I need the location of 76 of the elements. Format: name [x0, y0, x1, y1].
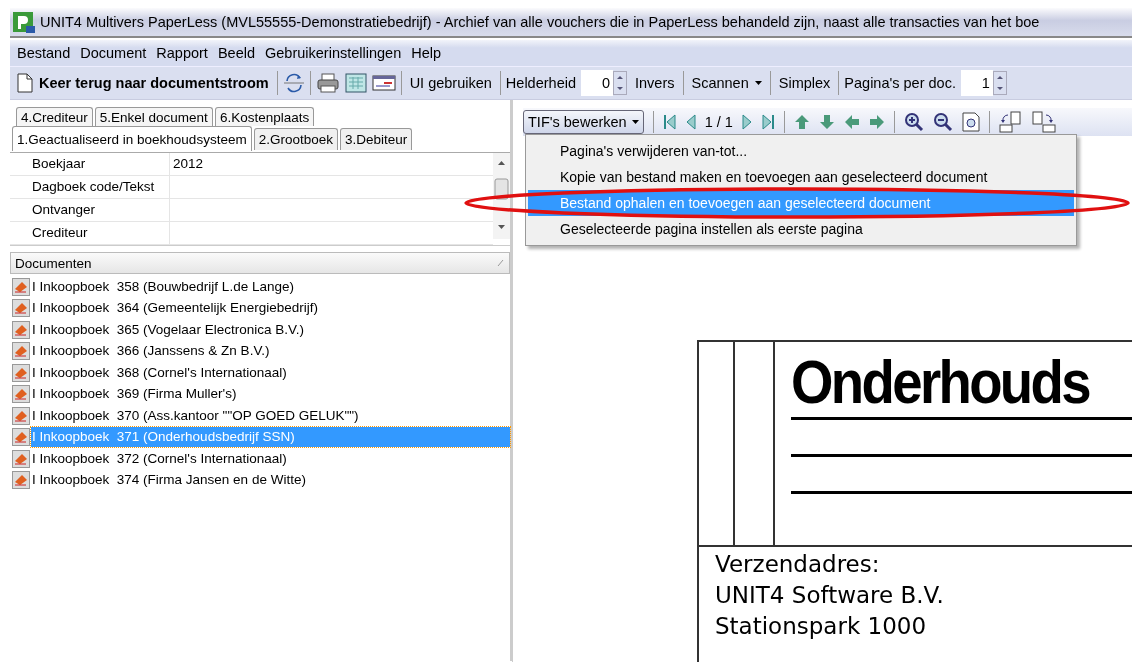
zoom-page-icon[interactable] [961, 112, 980, 132]
next-page-icon[interactable] [741, 114, 752, 130]
document-row[interactable]: I Inkoopboek 364 (Gemeentelijk Energiebedrijf) [10, 297, 510, 319]
last-page-icon[interactable] [760, 114, 775, 130]
return-button[interactable]: Keer terug naar documentstroom [14, 71, 272, 96]
brightness-field[interactable]: 0 [581, 70, 613, 97]
document-icon [12, 406, 30, 425]
document-icon [12, 449, 30, 468]
menu-item[interactable]: Pagina's verwijderen van-tot... [528, 138, 1074, 164]
field-label: Dagboek code/Tekst [10, 176, 170, 198]
address-line: Stationspark 1000 [715, 612, 928, 641]
menu-item[interactable]: Rapport [151, 45, 213, 62]
field-label: Helderheid [505, 75, 576, 92]
tab[interactable]: 6.Kostenplaats [214, 107, 315, 126]
edit-menu-button[interactable]: TIF's bewerken [523, 110, 644, 134]
tab[interactable]: 2.Grootboek [253, 128, 338, 150]
caret-icon [631, 120, 639, 124]
card-icon[interactable] [371, 74, 396, 93]
app-icon [12, 10, 36, 34]
document-icon [12, 428, 30, 447]
document-row[interactable]: I Inkoopboek 365 (Vogelaar Electronica B.V.) [10, 319, 510, 341]
menu-item[interactable]: Kopie van bestand maken en toevoegen aan geselecteerd document [528, 164, 1074, 190]
document-row[interactable]: I Inkoopboek 368 (Cornel's Internationaal) [10, 362, 510, 384]
arrow-left-icon[interactable] [843, 114, 860, 130]
document-row[interactable]: I Inkoopboek 372 (Cornel's Internationaal) [10, 448, 510, 470]
field-label: Pagina's per doc. [844, 75, 956, 92]
zoom-in-icon[interactable] [903, 112, 924, 132]
document-icon [12, 277, 30, 296]
document-row[interactable]: I Inkoopboek 369 (Firma Muller's) [10, 383, 510, 405]
previous-page-icon[interactable] [685, 114, 696, 130]
first-page-icon[interactable] [662, 114, 677, 130]
document-icon [12, 342, 30, 361]
sort-icon [497, 259, 505, 267]
tab[interactable]: 1.Geactualiseerd in boekhoudsysteem [12, 126, 252, 151]
document-row[interactable]: I Inkoopboek 374 (Firma Jansen en de Witte) [10, 469, 510, 491]
printer-icon[interactable] [315, 72, 340, 95]
ui-button[interactable]: UI gebruiken [406, 73, 495, 94]
document-row[interactable]: I Inkoopboek 358 (Bouwbedrijf L.de Lange) [10, 276, 510, 298]
document-row[interactable]: I Inkoopboek 370 (Ass.kantoor ""OP GOED GELUK"") [10, 405, 510, 427]
document-icon [17, 73, 33, 94]
pages-field[interactable]: 1 [960, 70, 993, 97]
menu-item[interactable]: Bestand [12, 45, 76, 62]
field-label: Crediteur [10, 222, 170, 244]
document-icon [12, 320, 30, 339]
tab[interactable]: 4.Crediteur [16, 107, 93, 126]
address-line: UNIT4 Software B.V. [715, 581, 945, 610]
invert-button[interactable]: Invers [632, 73, 678, 94]
arrow-right-icon[interactable] [868, 114, 885, 130]
menu-item[interactable]: Gebruikerinstellingen [260, 45, 407, 62]
tab[interactable]: 3.Debiteur [339, 128, 413, 150]
document-icon [12, 299, 30, 318]
menu-item[interactable]: Beeld [212, 45, 260, 62]
rotate-right-icon[interactable] [1031, 111, 1056, 133]
zoom-out-icon[interactable] [932, 112, 953, 132]
menu-item[interactable]: Document [75, 45, 152, 62]
document-row[interactable]: I Inkoopboek 366 (Janssens & Zn B.V.) [10, 340, 510, 362]
page-counter: 1 / 1 [704, 114, 733, 130]
window-title: UNIT4 Multivers PaperLess (MVL55555-Demonstratiebedrijf) - Archief van alle vouchers die in PaperLess behandeld zijn, naast alle transacties van het boe [40, 14, 1040, 30]
scan-button[interactable]: Scannen [688, 73, 765, 94]
tab[interactable]: 5.Enkel document [94, 107, 213, 126]
document-icon [12, 385, 30, 404]
arrow-up-icon[interactable] [793, 114, 810, 130]
menu-item[interactable]: Geselecteerde pagina instellen als eerste pagina [528, 216, 1074, 242]
simplex-button[interactable]: Simplex [775, 73, 834, 94]
field-value[interactable]: 2012 [170, 153, 204, 175]
rotate-left-icon[interactable] [998, 111, 1023, 133]
document-heading: Onderhouds [791, 347, 1089, 417]
address-line: Verzendadres: [715, 550, 881, 579]
menu-item[interactable]: Help [406, 45, 447, 62]
arrow-down-icon[interactable] [818, 114, 835, 130]
list-header[interactable]: Documenten [10, 252, 510, 274]
document-icon [12, 471, 30, 490]
field-label: Ontvanger [10, 199, 170, 221]
document-icon [12, 363, 30, 382]
field-label: Boekjaar [10, 153, 170, 175]
caret-icon [754, 81, 762, 86]
